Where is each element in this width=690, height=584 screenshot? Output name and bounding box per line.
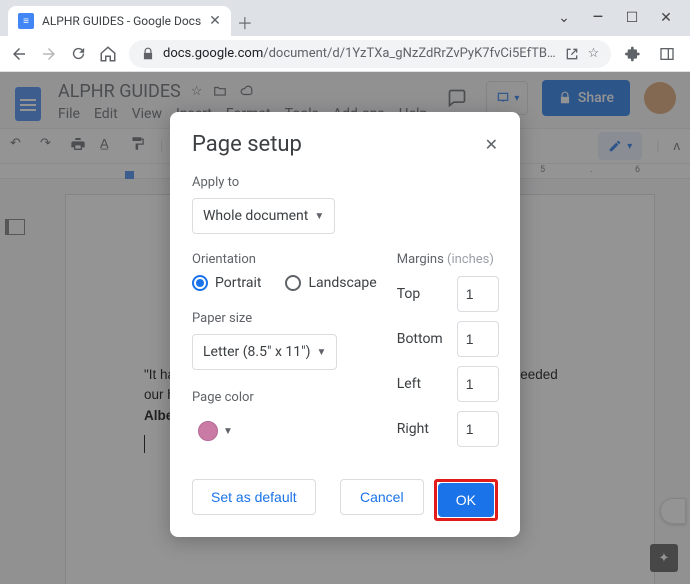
margin-bottom-label: Bottom [397,331,447,347]
set-default-button[interactable]: Set as default [192,479,316,515]
share-url-icon[interactable] [564,46,580,62]
side-panel-icon[interactable] [657,44,677,64]
margins-unit: (inches) [447,252,494,267]
margin-right-label: Right [397,421,447,437]
cancel-button[interactable]: Cancel [340,479,424,515]
orientation-portrait-radio[interactable]: Portrait [192,275,261,291]
lock-icon [141,47,155,61]
orientation-label: Orientation [192,252,377,267]
home-button[interactable] [99,45,117,63]
orientation-landscape-radio[interactable]: Landscape [285,275,376,291]
margin-top-label: Top [397,286,447,302]
window-close-icon[interactable]: ✕ [659,10,673,26]
address-bar[interactable]: docs.google.com/document/d/1YzTXa_gNzZdR… [129,40,611,68]
reload-button[interactable] [70,45,87,63]
paper-size-dropdown[interactable]: Letter (8.5" x 11") ▼ [192,334,337,370]
color-swatch-icon [198,421,218,441]
apply-to-dropdown[interactable]: Whole document ▼ [192,198,335,234]
dialog-title: Page setup [192,132,302,157]
docs-favicon: ≡ [18,13,34,29]
page-color-picker[interactable]: ▼ [192,413,239,449]
bookmark-icon[interactable]: ☆ [588,46,600,61]
back-button[interactable] [10,45,28,63]
radio-selected-icon [192,275,208,291]
margin-left-label: Left [397,376,447,392]
page-setup-dialog: Page setup ✕ Apply to Whole document ▼ O… [170,112,520,537]
margin-left-input[interactable] [457,366,499,402]
close-dialog-icon[interactable]: ✕ [485,135,498,154]
window-maximize-icon[interactable]: ☐ [625,10,639,26]
ok-button[interactable]: OK [438,483,494,517]
url-text: docs.google.com/document/d/1YzTXa_gNzZdR… [163,46,556,61]
new-tab-button[interactable]: ＋ [231,8,259,36]
window-minimize-icon[interactable]: – [591,16,605,20]
chevron-down-icon: ▼ [316,347,326,358]
chevron-down-icon: ▼ [223,426,233,437]
chevron-down-icon: ▼ [314,211,324,222]
paper-size-label: Paper size [192,311,377,326]
close-tab-icon[interactable]: ✕ [209,13,221,29]
margins-label: Margins [397,252,444,267]
window-dropdown-icon[interactable]: ⌄ [557,10,571,26]
margin-bottom-input[interactable] [457,321,499,357]
page-color-label: Page color [192,390,377,405]
forward-button [40,45,58,63]
paper-size-value: Letter (8.5" x 11") [203,344,310,360]
browser-tab[interactable]: ≡ ALPHR GUIDES - Google Docs ✕ [8,6,231,36]
margin-right-input[interactable] [457,411,499,447]
radio-icon [285,275,301,291]
apply-to-label: Apply to [192,175,498,190]
extensions-icon[interactable] [623,44,643,64]
ok-highlight: OK [434,479,498,521]
tab-title: ALPHR GUIDES - Google Docs [42,14,201,28]
margin-top-input[interactable] [457,276,499,312]
apply-to-value: Whole document [203,208,308,224]
